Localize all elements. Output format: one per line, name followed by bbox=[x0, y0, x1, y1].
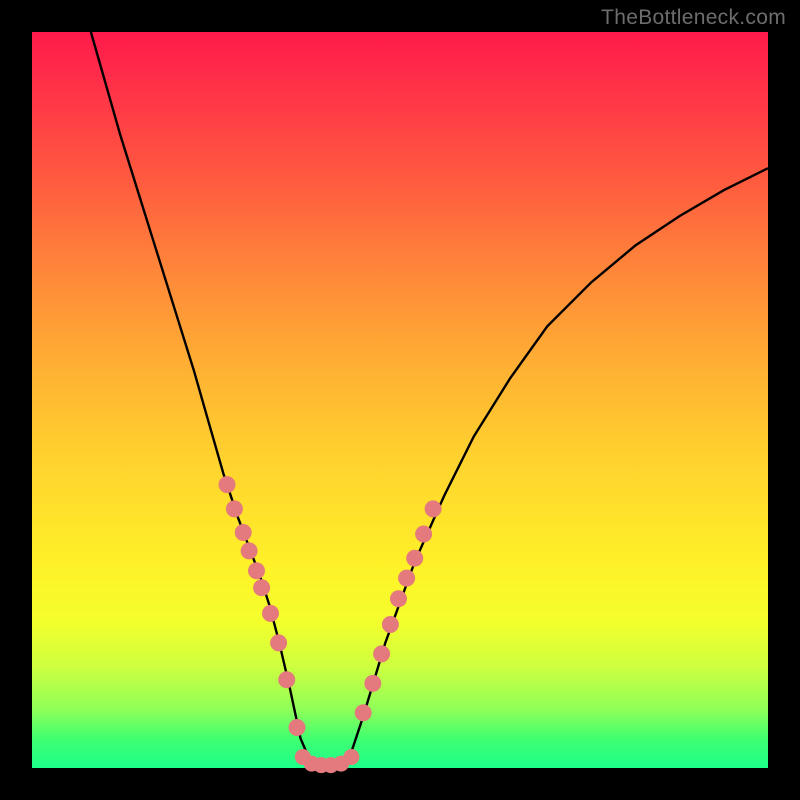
plot-area bbox=[32, 32, 768, 768]
marker-dot bbox=[289, 719, 306, 736]
marker-dot bbox=[270, 634, 287, 651]
marker-dot bbox=[235, 524, 252, 541]
marker-dot bbox=[364, 675, 381, 692]
marker-dot bbox=[373, 645, 390, 662]
marker-dot bbox=[355, 704, 372, 721]
marker-dot bbox=[415, 526, 432, 543]
marker-dot bbox=[248, 562, 265, 579]
marker-dot bbox=[278, 671, 295, 688]
marker-dot bbox=[406, 550, 423, 567]
marker-dot bbox=[219, 476, 236, 493]
outer-frame: TheBottleneck.com bbox=[0, 0, 800, 800]
bottleneck-curve bbox=[91, 32, 768, 764]
chart-svg bbox=[32, 32, 768, 768]
data-markers bbox=[219, 476, 442, 773]
marker-dot bbox=[262, 605, 279, 622]
watermark-text: TheBottleneck.com bbox=[601, 6, 786, 30]
marker-dot bbox=[390, 590, 407, 607]
marker-dot bbox=[226, 500, 243, 517]
marker-dot bbox=[398, 570, 415, 587]
marker-dot bbox=[425, 500, 442, 517]
marker-dot bbox=[241, 542, 258, 559]
marker-dot bbox=[343, 749, 359, 765]
marker-dot bbox=[382, 616, 399, 633]
marker-dot bbox=[253, 579, 270, 596]
